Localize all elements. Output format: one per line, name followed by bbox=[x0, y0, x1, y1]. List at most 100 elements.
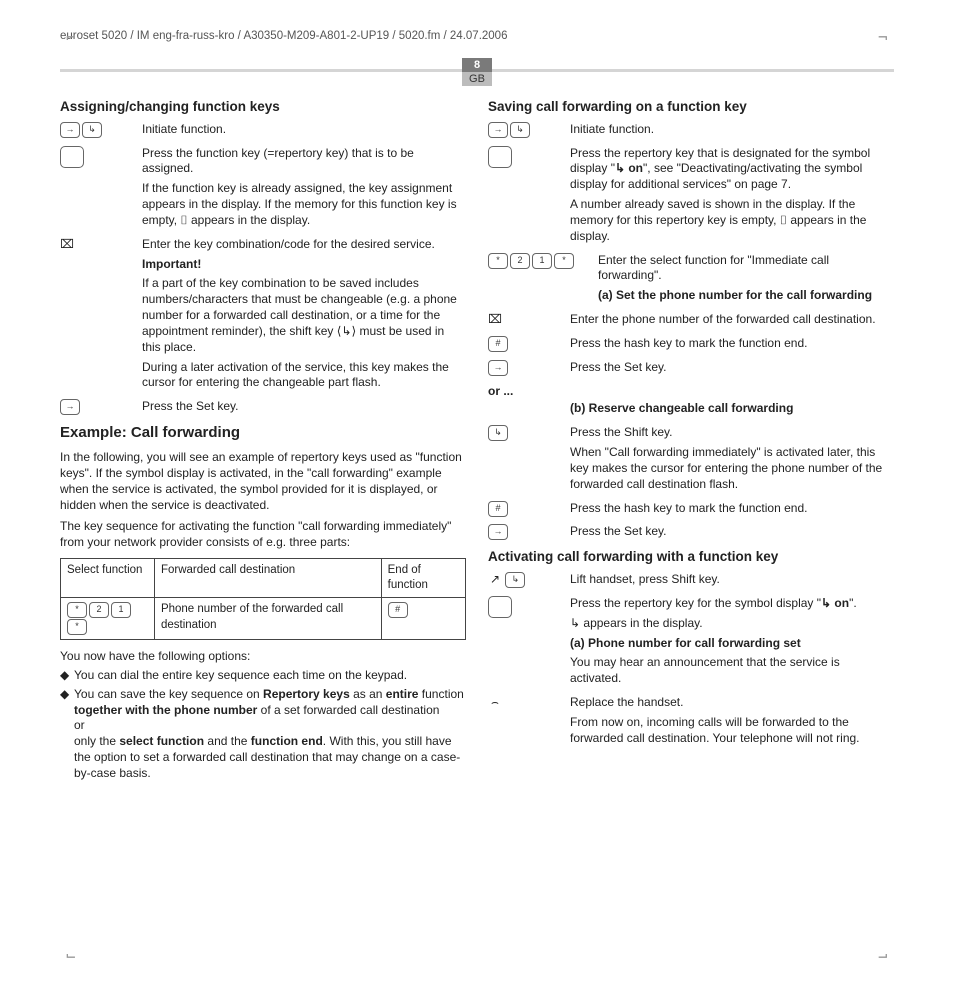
bullet-text: You can save the key sequence on Reperto… bbox=[74, 687, 466, 782]
star-key-icon: * bbox=[67, 602, 87, 618]
step-row: Press the repertory key that is designat… bbox=[488, 146, 894, 249]
subheading-act-a: (a) Phone number for call forwarding set bbox=[570, 636, 894, 652]
right-column: Saving call forwarding on a function key… bbox=[488, 94, 894, 785]
step-row: → Press the Set key. bbox=[60, 399, 466, 419]
step-row: ↗ ↳ Lift handset, press Shift key. bbox=[488, 572, 894, 592]
page-number: 8 bbox=[462, 58, 492, 72]
step-text: If the function key is already assigned,… bbox=[142, 181, 466, 228]
shift-key-icon: ↳ bbox=[510, 122, 530, 138]
heading-example: Example: Call forwarding bbox=[60, 423, 466, 443]
step-row: Press the function key (=repertory key) … bbox=[60, 146, 466, 233]
bullet-icon: ◆ bbox=[60, 668, 74, 684]
set-key-icon: → bbox=[60, 122, 80, 138]
page-region: GB bbox=[462, 72, 492, 86]
replace-handset-icon: ⌢ bbox=[488, 695, 502, 711]
key-sequence-table: Select function Forwarded call destinati… bbox=[60, 558, 466, 640]
shift-key-icon: ↳ bbox=[488, 425, 508, 441]
step-text: Press the Set key. bbox=[570, 360, 894, 376]
step-text: Enter the key combination/code for the d… bbox=[142, 237, 466, 253]
step-text: Press the repertory key that is designat… bbox=[570, 146, 894, 193]
crop-mark: ⌐ bbox=[66, 947, 76, 966]
or-separator: or ... bbox=[488, 384, 894, 400]
step-text: Initiate function. bbox=[570, 122, 894, 138]
lift-handset-icon: ↗ bbox=[488, 572, 502, 588]
set-key-icon: → bbox=[488, 122, 508, 138]
step-row: # Press the hash key to mark the functio… bbox=[488, 501, 894, 521]
shift-key-icon: ↳ bbox=[505, 572, 525, 588]
bullet-item: ◆ You can save the key sequence on Reper… bbox=[60, 687, 466, 782]
step-row: *21* Enter the select function for "Imme… bbox=[488, 253, 894, 308]
step-text: Replace the handset. bbox=[570, 695, 894, 711]
repertory-key-icon bbox=[60, 146, 84, 168]
step-text: Initiate function. bbox=[142, 122, 466, 138]
crop-mark: ⌐ bbox=[878, 947, 888, 966]
heading-activating: Activating call forwarding with a functi… bbox=[488, 548, 894, 566]
crop-mark: ⌐ bbox=[878, 28, 888, 47]
step-text: You may hear an announcement that the se… bbox=[570, 655, 894, 687]
step-text: Press the hash key to mark the function … bbox=[570, 336, 894, 352]
table-header: Forwarded call destination bbox=[154, 558, 381, 597]
example-paragraph: In the following, you will see an exampl… bbox=[60, 449, 466, 514]
step-text: Press the hash key to mark the function … bbox=[570, 501, 894, 517]
manual-page: ⌐ ⌐ ⌐ ⌐ euroset 5020 / IM eng-fra-russ-k… bbox=[0, 0, 954, 1002]
table-header: Select function bbox=[61, 558, 155, 597]
step-row: ↳ Press the Shift key. When "Call forwar… bbox=[488, 425, 894, 496]
subheading-a: (a) Set the phone number for the call fo… bbox=[598, 288, 894, 304]
step-row: → Press the Set key. bbox=[488, 524, 894, 544]
step-row: (b) Reserve changeable call forwarding bbox=[488, 401, 894, 421]
shift-key-icon: ↳ bbox=[82, 122, 102, 138]
important-text: During a later activation of the service… bbox=[142, 360, 466, 392]
star-key-icon: * bbox=[488, 253, 508, 269]
step-text: Enter the phone number of the forwarded … bbox=[570, 312, 894, 328]
step-row: →↳ Initiate function. bbox=[60, 122, 466, 142]
table-cell: *21 * bbox=[61, 598, 155, 639]
hash-key-icon: # bbox=[388, 602, 408, 618]
star-key-icon: * bbox=[67, 619, 87, 635]
step-row: ⌢ Replace the handset. From now on, inco… bbox=[488, 695, 894, 750]
bullet-text: You can dial the entire key sequence eac… bbox=[74, 668, 466, 684]
step-row: ⌧ Enter the phone number of the forwarde… bbox=[488, 312, 894, 332]
step-row: Press the repertory key for the symbol d… bbox=[488, 596, 894, 691]
digit-key-icon: 1 bbox=[532, 253, 552, 269]
page-tab: 8 GB bbox=[462, 58, 492, 86]
subheading-b: (b) Reserve changeable call forwarding bbox=[570, 401, 894, 417]
step-text: Press the function key (=repertory key) … bbox=[142, 146, 466, 178]
page-header-divider: 8 GB bbox=[60, 62, 894, 80]
bullet-icon: ◆ bbox=[60, 687, 74, 782]
crop-mark: ⌐ bbox=[66, 28, 76, 47]
repertory-key-icon bbox=[488, 146, 512, 168]
table-cell: Phone number of the forwarded call desti… bbox=[154, 598, 381, 639]
step-row: →↳ Initiate function. bbox=[488, 122, 894, 142]
important-heading: Important! bbox=[142, 257, 466, 273]
example-paragraph: You now have the following options: bbox=[60, 648, 466, 664]
step-text: Lift handset, press Shift key. bbox=[570, 572, 894, 588]
step-text: Press the repertory key for the symbol d… bbox=[570, 596, 894, 612]
step-text: Press the Shift key. bbox=[570, 425, 894, 441]
bullet-item: ◆ You can dial the entire key sequence e… bbox=[60, 668, 466, 684]
digit-key-icon: 2 bbox=[510, 253, 530, 269]
hash-key-icon: # bbox=[488, 336, 508, 352]
running-head: euroset 5020 / IM eng-fra-russ-kro / A30… bbox=[60, 30, 894, 42]
step-text: When "Call forwarding immediately" is ac… bbox=[570, 445, 894, 492]
table-cell: # bbox=[381, 598, 465, 639]
step-text: ↳ appears in the display. bbox=[570, 616, 894, 632]
set-key-icon: → bbox=[488, 360, 508, 376]
heading-assigning: Assigning/changing function keys bbox=[60, 98, 466, 116]
example-paragraph: The key sequence for activating the func… bbox=[60, 518, 466, 550]
step-text: Press the Set key. bbox=[570, 524, 894, 540]
digit-key-icon: 2 bbox=[89, 602, 109, 618]
table-header: End of function bbox=[381, 558, 465, 597]
important-text: If a part of the key combination to be s… bbox=[142, 276, 466, 355]
left-column: Assigning/changing function keys →↳ Init… bbox=[60, 94, 466, 785]
step-row: → Press the Set key. bbox=[488, 360, 894, 380]
step-text: Press the Set key. bbox=[142, 399, 466, 415]
hash-key-icon: # bbox=[488, 501, 508, 517]
set-key-icon: → bbox=[60, 399, 80, 415]
digit-key-icon: 1 bbox=[111, 602, 131, 618]
step-text: From now on, incoming calls will be forw… bbox=[570, 715, 894, 747]
set-key-icon: → bbox=[488, 524, 508, 540]
step-text: A number already saved is shown in the d… bbox=[570, 197, 894, 244]
keypad-icon: ⌧ bbox=[60, 237, 74, 253]
star-key-icon: * bbox=[554, 253, 574, 269]
heading-saving: Saving call forwarding on a function key bbox=[488, 98, 894, 116]
